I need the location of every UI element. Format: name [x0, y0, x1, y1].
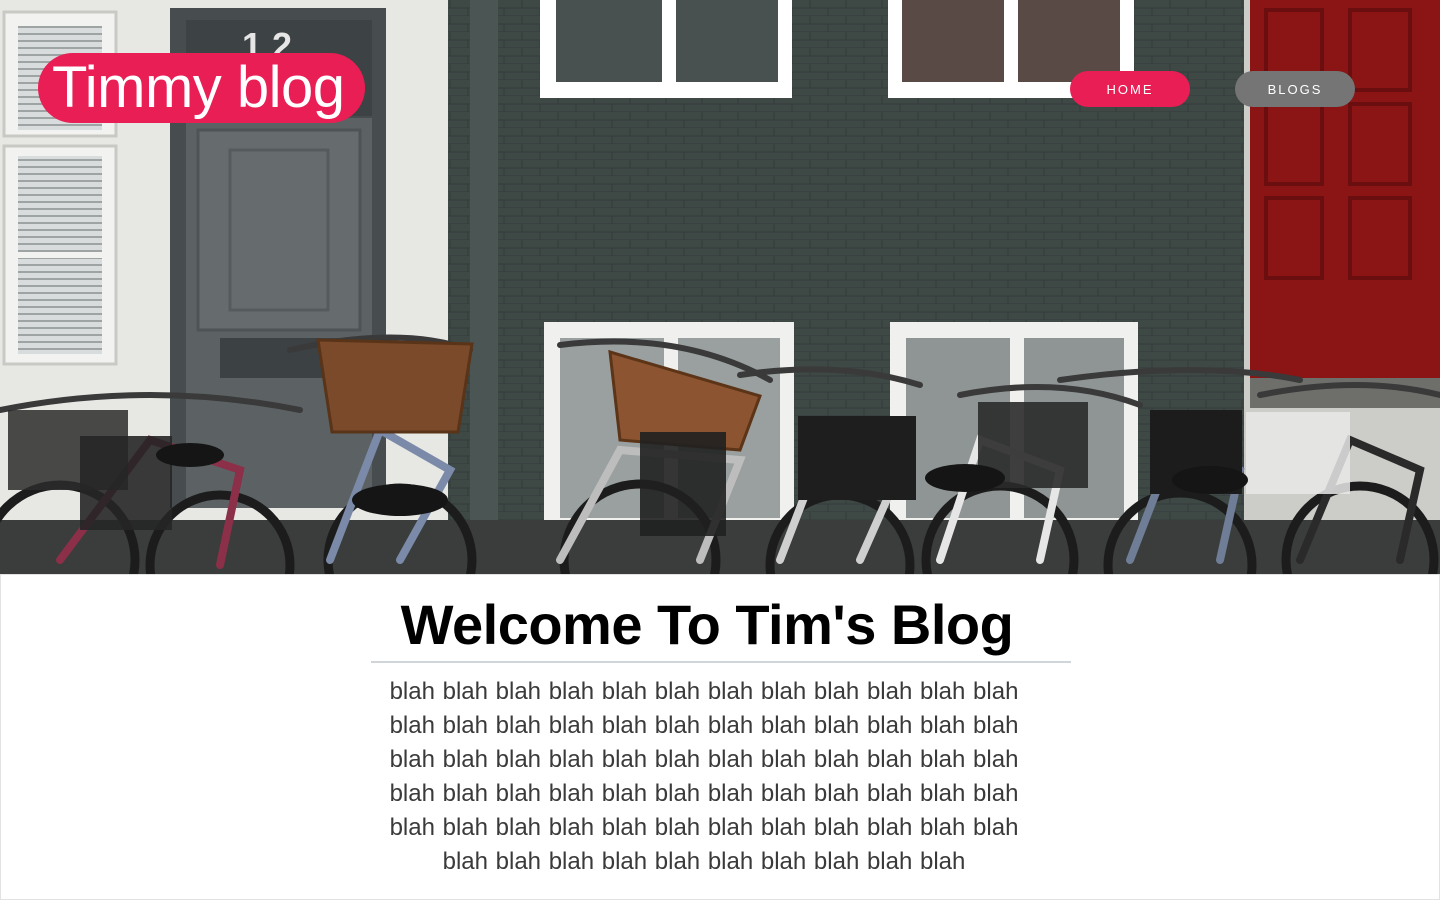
hero-banner: 1 2 Timmy blog HOME BLOGS [0, 0, 1440, 574]
title-divider [371, 661, 1071, 663]
site-logo[interactable]: Timmy blog [38, 53, 365, 123]
page-title: Welcome To Tim's Blog [400, 593, 1014, 656]
content-card: Welcome To Tim's Blog blah blah blah bla… [0, 574, 1440, 900]
body-paragraph: blah blah blah blah blah blah blah blah … [389, 678, 1019, 875]
home-nav-button[interactable]: HOME [1070, 71, 1190, 107]
blogs-nav-button[interactable]: BLOGS [1235, 71, 1355, 107]
